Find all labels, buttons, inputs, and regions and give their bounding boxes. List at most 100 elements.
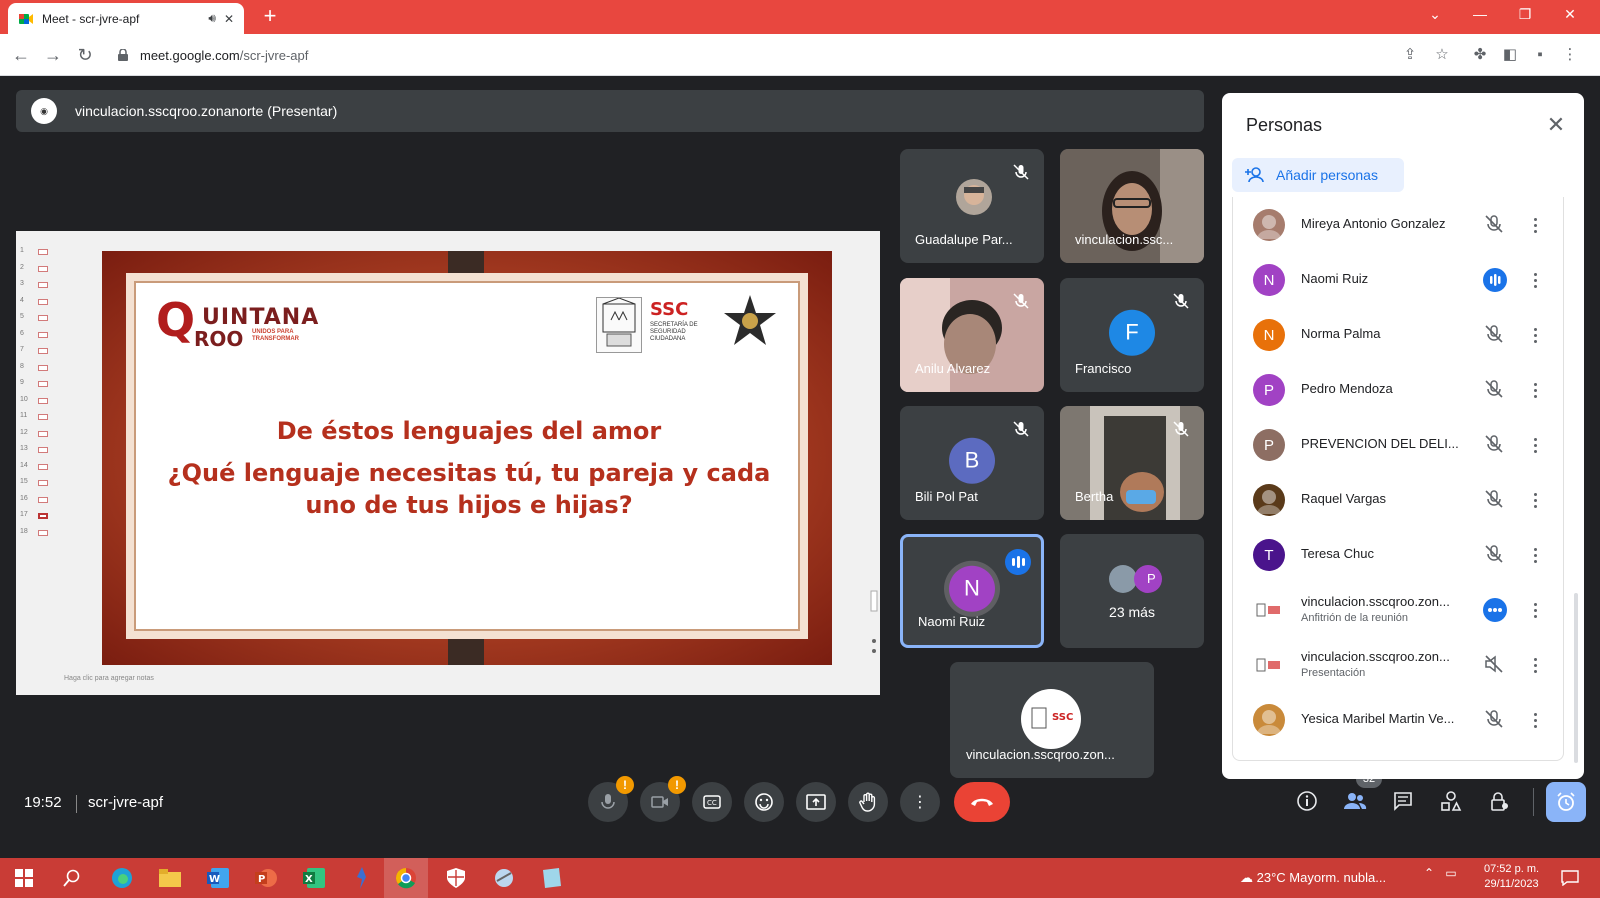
restore-button[interactable]: ❐: [1510, 6, 1540, 23]
reload-icon[interactable]: ↻: [72, 42, 98, 68]
slide-thumbnail[interactable]: 15: [20, 478, 50, 488]
close-window-button[interactable]: ✕: [1555, 6, 1585, 23]
weather-widget[interactable]: ☁ 23°C Mayorm. nubla...: [1240, 870, 1386, 886]
slide-thumbnail[interactable]: 11: [20, 412, 50, 422]
mic-off-icon[interactable]: [1483, 433, 1507, 457]
more-vert-icon[interactable]: [1529, 488, 1541, 512]
participant-row[interactable]: vinculacion.sscqroo.zon... Presentación: [1233, 637, 1565, 693]
host-controls-lock-icon[interactable]: [1486, 790, 1512, 816]
more-options-button[interactable]: ⋮: [900, 782, 940, 822]
slide-thumbnail[interactable]: 14: [20, 462, 50, 472]
participant-row[interactable]: Mireya Antonio Gonzalez: [1233, 197, 1565, 253]
microphone-button[interactable]: !: [588, 776, 634, 822]
more-vert-icon[interactable]: [1529, 708, 1541, 732]
participant-row[interactable]: vinculacion.sscqroo.zon... Anfitrión de l…: [1233, 582, 1565, 638]
slide-thumbnail[interactable]: 4: [20, 297, 50, 307]
notifications-icon[interactable]: [1556, 864, 1584, 892]
slide-thumbnail[interactable]: 2: [20, 264, 50, 274]
audio-options-icon[interactable]: [1483, 598, 1507, 622]
slide-thumbnail[interactable]: 7: [20, 346, 50, 356]
camera-button[interactable]: !: [640, 776, 686, 822]
more-vert-icon[interactable]: [1529, 323, 1541, 347]
windows-start-icon[interactable]: [10, 864, 38, 892]
participant-tile[interactable]: B Bili Pol Pat: [900, 406, 1044, 520]
chevron-up-icon[interactable]: ⌃: [1424, 866, 1434, 880]
mic-off-icon[interactable]: [1483, 488, 1507, 512]
excel-icon[interactable]: X: [300, 864, 328, 892]
participant-row[interactable]: N Norma Palma: [1233, 307, 1565, 363]
slide-thumbnail[interactable]: 12: [20, 429, 50, 439]
file-explorer-icon[interactable]: [156, 864, 184, 892]
slide-thumbnail[interactable]: 6: [20, 330, 50, 340]
participant-tile[interactable]: F Francisco: [1060, 278, 1204, 392]
bookmark-star-icon[interactable]: ☆: [1432, 45, 1452, 65]
url-input[interactable]: meet.google.com/scr-jvre-apf: [108, 39, 1428, 71]
more-participants-tile[interactable]: P 23 más: [1060, 534, 1204, 648]
edge-browser-icon[interactable]: [108, 864, 136, 892]
chat-icon[interactable]: [1390, 790, 1416, 816]
slide-thumbnail[interactable]: 10: [20, 396, 50, 406]
shared-screen[interactable]: 1 2 3 4 5 6 7 8 9 10 11 12 13 14 15 16 17 18 Q UINTANA RO…: [16, 231, 880, 695]
meeting-details-icon[interactable]: [1294, 790, 1320, 816]
people-icon[interactable]: [1342, 790, 1368, 816]
slide-thumbnail[interactable]: 9: [20, 379, 50, 389]
participant-row[interactable]: Raquel Vargas: [1233, 472, 1565, 528]
close-panel-icon[interactable]: ✕: [1544, 113, 1568, 137]
taskbar-clock[interactable]: 07:52 p. m. 29/11/2023: [1484, 862, 1539, 892]
browser-tab[interactable]: Meet - scr-jvre-apf 🔊︎ ✕: [8, 3, 244, 34]
slide-thumbnail[interactable]: 8: [20, 363, 50, 373]
slide-scrollbar[interactable]: [870, 241, 878, 681]
system-tray[interactable]: ⌃ ▭: [1424, 866, 1457, 880]
security-shield-icon[interactable]: [442, 864, 470, 892]
slide-thumbnail[interactable]: 5: [20, 313, 50, 323]
present-button[interactable]: [796, 782, 836, 822]
add-people-button[interactable]: Añadir personas: [1232, 158, 1404, 192]
more-vert-icon[interactable]: [1529, 213, 1541, 237]
slide-thumbnail[interactable]: 3: [20, 280, 50, 290]
back-icon[interactable]: ←: [8, 42, 34, 68]
participant-tile[interactable]: Guadalupe Par...: [900, 149, 1044, 263]
search-icon[interactable]: [58, 864, 86, 892]
participant-tile-active-speaker[interactable]: N Naomi Ruiz: [900, 534, 1044, 648]
side-panel-icon[interactable]: ◧: [1500, 45, 1520, 65]
mic-off-icon[interactable]: [1483, 323, 1507, 347]
mic-off-icon[interactable]: [1483, 543, 1507, 567]
more-vert-icon[interactable]: [1529, 268, 1541, 292]
slide-thumbnail[interactable]: 13: [20, 445, 50, 455]
participant-tile[interactable]: vinculacion.ssc...: [1060, 149, 1204, 263]
mic-off-icon[interactable]: [1483, 708, 1507, 732]
mic-off-icon[interactable]: [1483, 378, 1507, 402]
minimize-button[interactable]: —: [1465, 6, 1495, 22]
participant-row[interactable]: P Pedro Mendoza: [1233, 362, 1565, 418]
more-vert-icon[interactable]: [1529, 378, 1541, 402]
speaker-icon[interactable]: 🔊︎: [208, 11, 216, 26]
app-shortcut-icon[interactable]: [348, 864, 376, 892]
more-vert-icon[interactable]: [1529, 653, 1541, 677]
forward-icon[interactable]: →: [40, 42, 66, 68]
participant-tile[interactable]: Anilu Alvarez: [900, 278, 1044, 392]
speaking-indicator-icon[interactable]: [1483, 268, 1507, 292]
slide-thumbnail[interactable]: 16: [20, 495, 50, 505]
chrome-icon[interactable]: [384, 858, 428, 898]
more-vert-icon[interactable]: [1529, 433, 1541, 457]
tab-search-icon[interactable]: ⌄: [1420, 6, 1450, 23]
extensions-icon[interactable]: ✤: [1470, 45, 1490, 65]
captions-button[interactable]: CC: [692, 782, 732, 822]
panel-scrollbar[interactable]: [1574, 593, 1578, 763]
new-tab-button[interactable]: +: [257, 4, 283, 30]
slide-thumbnail[interactable]: 1: [20, 247, 50, 257]
activities-shapes-icon[interactable]: [1438, 790, 1464, 816]
slide-thumbnail[interactable]: 17: [20, 511, 50, 521]
powerpoint-icon[interactable]: P: [252, 864, 280, 892]
participant-row[interactable]: P PREVENCION DEL DELI...: [1233, 417, 1565, 473]
notes-app-icon[interactable]: [538, 864, 566, 892]
more-vert-icon[interactable]: [1529, 598, 1541, 622]
share-icon[interactable]: ⇪: [1400, 45, 1420, 65]
participant-row[interactable]: Yesica Maribel Martin Ve...: [1233, 692, 1565, 748]
profile-icon[interactable]: ▪: [1530, 45, 1550, 65]
network-icon[interactable]: ▭: [1445, 866, 1456, 880]
more-vert-icon[interactable]: [1529, 543, 1541, 567]
word-icon[interactable]: W: [204, 864, 232, 892]
presentation-audio-off-icon[interactable]: [1483, 653, 1507, 677]
leave-call-button[interactable]: [954, 782, 1010, 822]
